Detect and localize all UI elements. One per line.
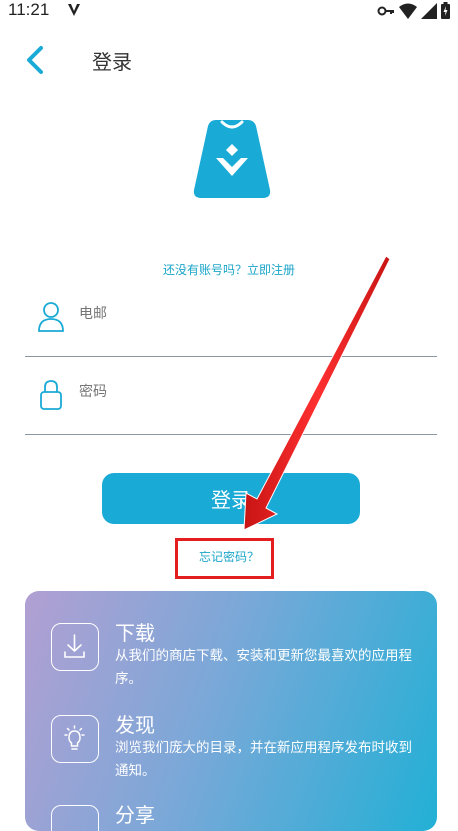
lightbulb-icon <box>51 715 99 763</box>
user-icon <box>38 302 64 332</box>
lock-icon <box>40 380 62 410</box>
feature-title: 发现 <box>115 713 155 737</box>
feature-desc: 浏览我们庞大的目录，并在新应用程序发布时收到通知。 <box>115 740 412 779</box>
password-field[interactable] <box>25 374 437 435</box>
notification-v-icon <box>68 4 80 16</box>
status-bar: 11:21 <box>0 0 458 22</box>
status-icons <box>377 2 450 19</box>
feature-desc: 从我们的商店下载、安装和更新您最喜欢的应用程序。 <box>115 648 412 687</box>
status-time: 11:21 <box>8 0 50 19</box>
wifi-icon <box>399 3 417 19</box>
download-icon <box>51 623 99 671</box>
feature-title: 分享 <box>115 803 155 827</box>
login-button[interactable]: 登录 <box>102 473 360 524</box>
email-field[interactable] <box>25 296 437 357</box>
back-arrow-icon[interactable] <box>22 44 50 76</box>
app-header: 登录 <box>0 40 458 80</box>
highlight-box <box>175 538 274 579</box>
features-card: 下载 从我们的商店下载、安装和更新您最喜欢的应用程序。 发现 浏览我们庞大的目录… <box>25 591 437 831</box>
key-icon <box>377 6 394 15</box>
email-input[interactable] <box>77 304 421 322</box>
app-store-logo <box>193 120 271 198</box>
register-link[interactable]: 还没有账号吗？立即注册 <box>0 261 458 278</box>
feature-title: 下载 <box>115 621 155 645</box>
page-title: 登录 <box>92 50 132 74</box>
signal-icon <box>421 2 437 19</box>
battery-icon <box>441 2 450 19</box>
password-input[interactable] <box>77 382 421 400</box>
share-icon <box>51 805 99 831</box>
